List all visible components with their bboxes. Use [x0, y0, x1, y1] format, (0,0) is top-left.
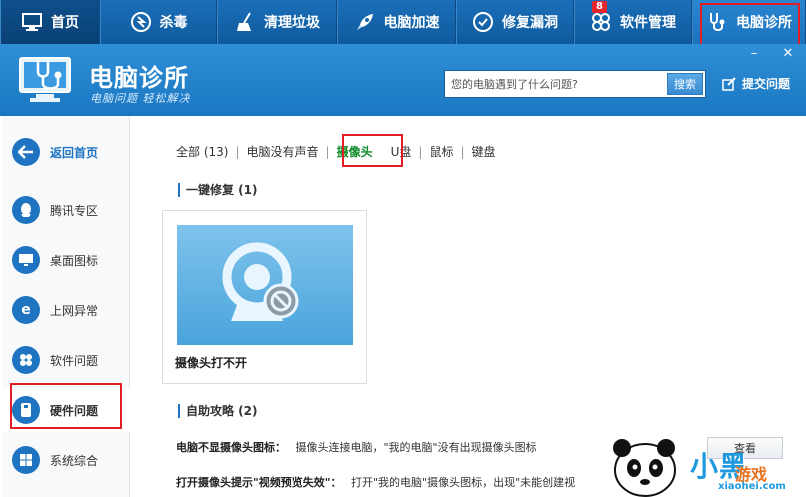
- guide-text: 打开"我的电脑"摄像头图标，出现"未能创建视: [350, 476, 576, 489]
- qq-icon: [12, 196, 40, 224]
- back-home-button[interactable]: 返回首页: [2, 130, 130, 174]
- camera-thumbnail: [177, 225, 353, 345]
- search-input[interactable]: [445, 72, 667, 96]
- sidebar-item-label: 返回首页: [50, 145, 99, 160]
- guide-item[interactable]: 电脑不显摄像头图标： 摄像头连接电脑，"我的电脑"没有出现摄像头图标: [176, 439, 537, 455]
- sidebar-item-label: 系统综合: [50, 453, 99, 468]
- sidebar-item-label: 软件问题: [50, 353, 99, 368]
- sidebar-item-label: 桌面图标: [50, 253, 99, 268]
- edit-icon: [722, 76, 736, 91]
- fix-card-camera[interactable]: 摄像头打不开: [162, 210, 367, 384]
- tab-repair[interactable]: 修复漏洞: [456, 0, 574, 44]
- sidebar-item-label: 腾讯专区: [50, 203, 99, 218]
- filter-no-sound[interactable]: 电脑没有声音: [247, 143, 319, 160]
- filter-separator: |: [460, 144, 465, 159]
- sidebar-item-tencent[interactable]: 腾讯专区: [2, 188, 130, 232]
- filter-separator: |: [235, 144, 240, 159]
- submit-question-link[interactable]: 提交问题: [722, 75, 790, 92]
- tab-clean[interactable]: 清理垃圾: [217, 0, 337, 44]
- section-title-fix: 一键修复 (1): [178, 183, 258, 197]
- guide-text: 摄像头连接电脑，"我的电脑"没有出现摄像头图标: [295, 441, 537, 454]
- monitor-icon: [21, 11, 43, 33]
- tab-label: 软件管理: [620, 15, 676, 31]
- tab-label: 电脑诊所: [736, 15, 792, 31]
- search-box: 搜索: [444, 70, 706, 98]
- filter-mouse[interactable]: 鼠标: [429, 143, 453, 160]
- sidebar-item-label: 上网异常: [50, 303, 99, 318]
- stethoscope-icon: [706, 11, 728, 33]
- tab-antivirus[interactable]: 杀毒: [100, 0, 217, 44]
- sidebar: 返回首页 腾讯专区 桌面图标 e 上网异常 软件问题 硬件问题 系统综合: [2, 116, 130, 497]
- tab-home[interactable]: 首页: [0, 0, 100, 44]
- tab-label: 清理垃圾: [264, 15, 320, 31]
- guide-item[interactable]: 打开摄像头提示"视频预览失效"： 打开"我的电脑"摄像头图标，出现"未能创建视: [176, 474, 575, 490]
- update-count-badge: 8: [592, 1, 607, 13]
- filter-usb[interactable]: U盘: [391, 143, 412, 160]
- app-title: 电脑诊所: [89, 63, 189, 92]
- guide-title: 打开摄像头提示"视频预览失效"：: [176, 476, 342, 489]
- filter-separator: |: [418, 144, 423, 159]
- software-icon: [590, 11, 612, 33]
- card-caption: 摄像头打不开: [175, 356, 248, 370]
- repair-icon: [472, 11, 494, 33]
- section-title-guides: 自助攻略 (2): [178, 404, 258, 418]
- tab-label: 电脑加速: [383, 15, 440, 31]
- sidebar-item-system[interactable]: 系统综合: [2, 438, 130, 482]
- watermark-url: xiaohei.com: [718, 481, 786, 492]
- hardware-icon: [12, 396, 40, 424]
- tab-label: 首页: [51, 15, 79, 31]
- software-problem-icon: [12, 346, 40, 374]
- search-button[interactable]: 搜索: [667, 73, 703, 95]
- rocket-icon: [354, 11, 376, 33]
- desktop-icon: [12, 246, 40, 274]
- top-nav: 首页 杀毒 清理垃圾 电脑加速 修复漏洞 8 软件管理 电脑诊所: [0, 0, 806, 44]
- minimize-button[interactable]: –: [742, 44, 766, 62]
- category-filters: 全部 (13) | 电脑没有声音 | 摄像头 | U盘 | 鼠标 | 键盘: [176, 143, 496, 160]
- tab-speedup[interactable]: 电脑加速: [337, 0, 456, 44]
- sidebar-item-software[interactable]: 软件问题: [2, 338, 130, 382]
- app-subtitle: 电脑问题 轻松解决: [90, 92, 191, 105]
- broom-icon: [234, 11, 256, 33]
- filter-camera[interactable]: 摄像头: [337, 143, 373, 160]
- filter-separator: |: [325, 144, 330, 159]
- tab-software[interactable]: 8 软件管理: [574, 0, 692, 44]
- close-button[interactable]: ✕: [776, 44, 800, 62]
- panda-icon: [613, 439, 676, 497]
- webcam-icon: [222, 242, 299, 321]
- sidebar-item-hardware[interactable]: 硬件问题: [2, 388, 130, 432]
- sidebar-item-internet[interactable]: e 上网异常: [2, 288, 130, 332]
- sidebar-item-desktop[interactable]: 桌面图标: [2, 238, 130, 282]
- app-logo: [18, 54, 76, 106]
- filter-all[interactable]: 全部 (13): [176, 143, 228, 160]
- sidebar-item-label: 硬件问题: [50, 403, 99, 418]
- tab-clinic[interactable]: 电脑诊所: [692, 0, 806, 44]
- tab-label: 修复漏洞: [502, 15, 558, 31]
- submit-question-label: 提交问题: [742, 77, 791, 91]
- tab-label: 杀毒: [159, 15, 188, 31]
- antivirus-icon: [130, 11, 152, 33]
- windows-icon: [12, 446, 40, 474]
- ie-icon: e: [12, 296, 40, 324]
- arrow-left-icon: [12, 138, 40, 166]
- filter-keyboard[interactable]: 键盘: [472, 143, 496, 160]
- guide-title: 电脑不显摄像头图标：: [176, 441, 286, 454]
